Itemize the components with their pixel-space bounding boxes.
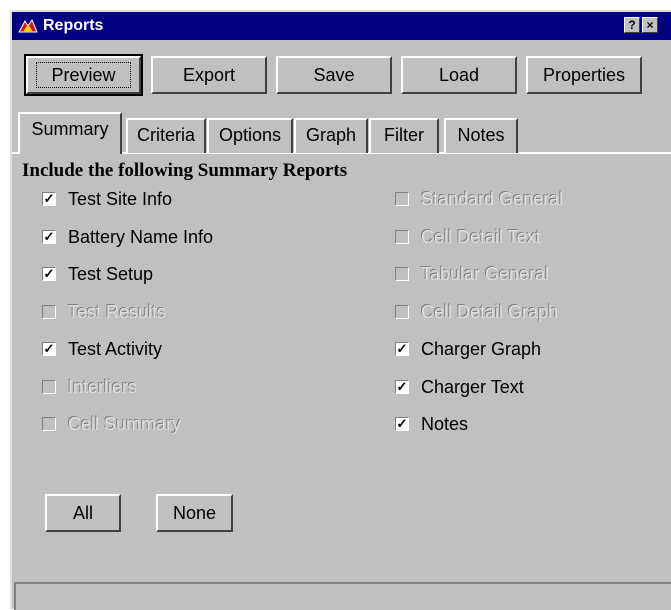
tab-graph[interactable]: Graph <box>294 118 368 153</box>
checkbox-box <box>42 379 56 394</box>
checkbox-box <box>42 304 56 319</box>
checkbox-label: Test Activity <box>68 339 163 359</box>
reports-window: Reports ? × Preview Export Save Load Pro… <box>10 10 671 610</box>
checkbox-box[interactable]: ✓ <box>395 417 409 431</box>
checkbox-box <box>395 229 409 244</box>
checkbox-box <box>395 192 409 206</box>
properties-button[interactable]: Properties <box>526 56 642 94</box>
select-none-button[interactable]: None <box>156 494 233 532</box>
select-all-button[interactable]: All <box>45 494 121 532</box>
checkbox-box[interactable]: ✓ <box>42 229 56 244</box>
window-title: Reports <box>43 17 104 34</box>
status-bar <box>14 582 671 610</box>
reports-app-icon <box>18 18 38 33</box>
checkbox-label: Tabular General <box>421 264 550 284</box>
checkbox-box[interactable]: ✓ <box>395 379 409 394</box>
checkbox-label: Cell Summary <box>68 414 182 434</box>
checkbox-label: Standard General <box>421 189 564 209</box>
tab-options[interactable]: Options <box>207 118 293 153</box>
tab-summary[interactable]: Summary <box>18 112 122 154</box>
checkbox-box[interactable]: ✓ <box>42 192 56 206</box>
checkbox-label: Notes <box>421 414 469 434</box>
tab-criteria[interactable]: Criteria <box>126 118 206 153</box>
checkbox-label: Interliers <box>68 376 138 397</box>
checkbox-label: Test Setup <box>68 264 154 284</box>
title-bar[interactable]: Reports ? × <box>12 12 671 40</box>
checkbox-label: Charger Graph <box>421 339 542 359</box>
checkbox-label: Test Site Info <box>68 189 173 209</box>
close-icon[interactable]: × <box>642 17 658 33</box>
checkbox-box <box>42 417 56 431</box>
checkbox-box[interactable]: ✓ <box>42 342 56 356</box>
checkbox-label: Battery Name Info <box>68 226 214 247</box>
preview-button-label: Preview <box>36 62 131 88</box>
checkbox-box <box>395 304 409 319</box>
load-button[interactable]: Load <box>401 56 517 94</box>
save-button[interactable]: Save <box>276 56 392 94</box>
summary-heading: Include the following Summary Reports <box>22 160 348 181</box>
checkbox-label: Cell Detail Graph <box>421 301 559 322</box>
checkbox-label: Test Results <box>68 301 167 322</box>
checkbox-label: Charger Text <box>421 376 524 397</box>
tab-filter[interactable]: Filter <box>369 118 439 153</box>
tab-notes[interactable]: Notes <box>444 118 518 153</box>
help-icon[interactable]: ? <box>624 17 640 33</box>
checkbox-label: Cell Detail Text <box>421 226 541 247</box>
export-button[interactable]: Export <box>151 56 267 94</box>
preview-button[interactable]: Preview <box>24 54 143 96</box>
checkbox-box <box>395 267 409 281</box>
checkbox-box[interactable]: ✓ <box>42 267 56 281</box>
checkbox-box[interactable]: ✓ <box>395 342 409 356</box>
